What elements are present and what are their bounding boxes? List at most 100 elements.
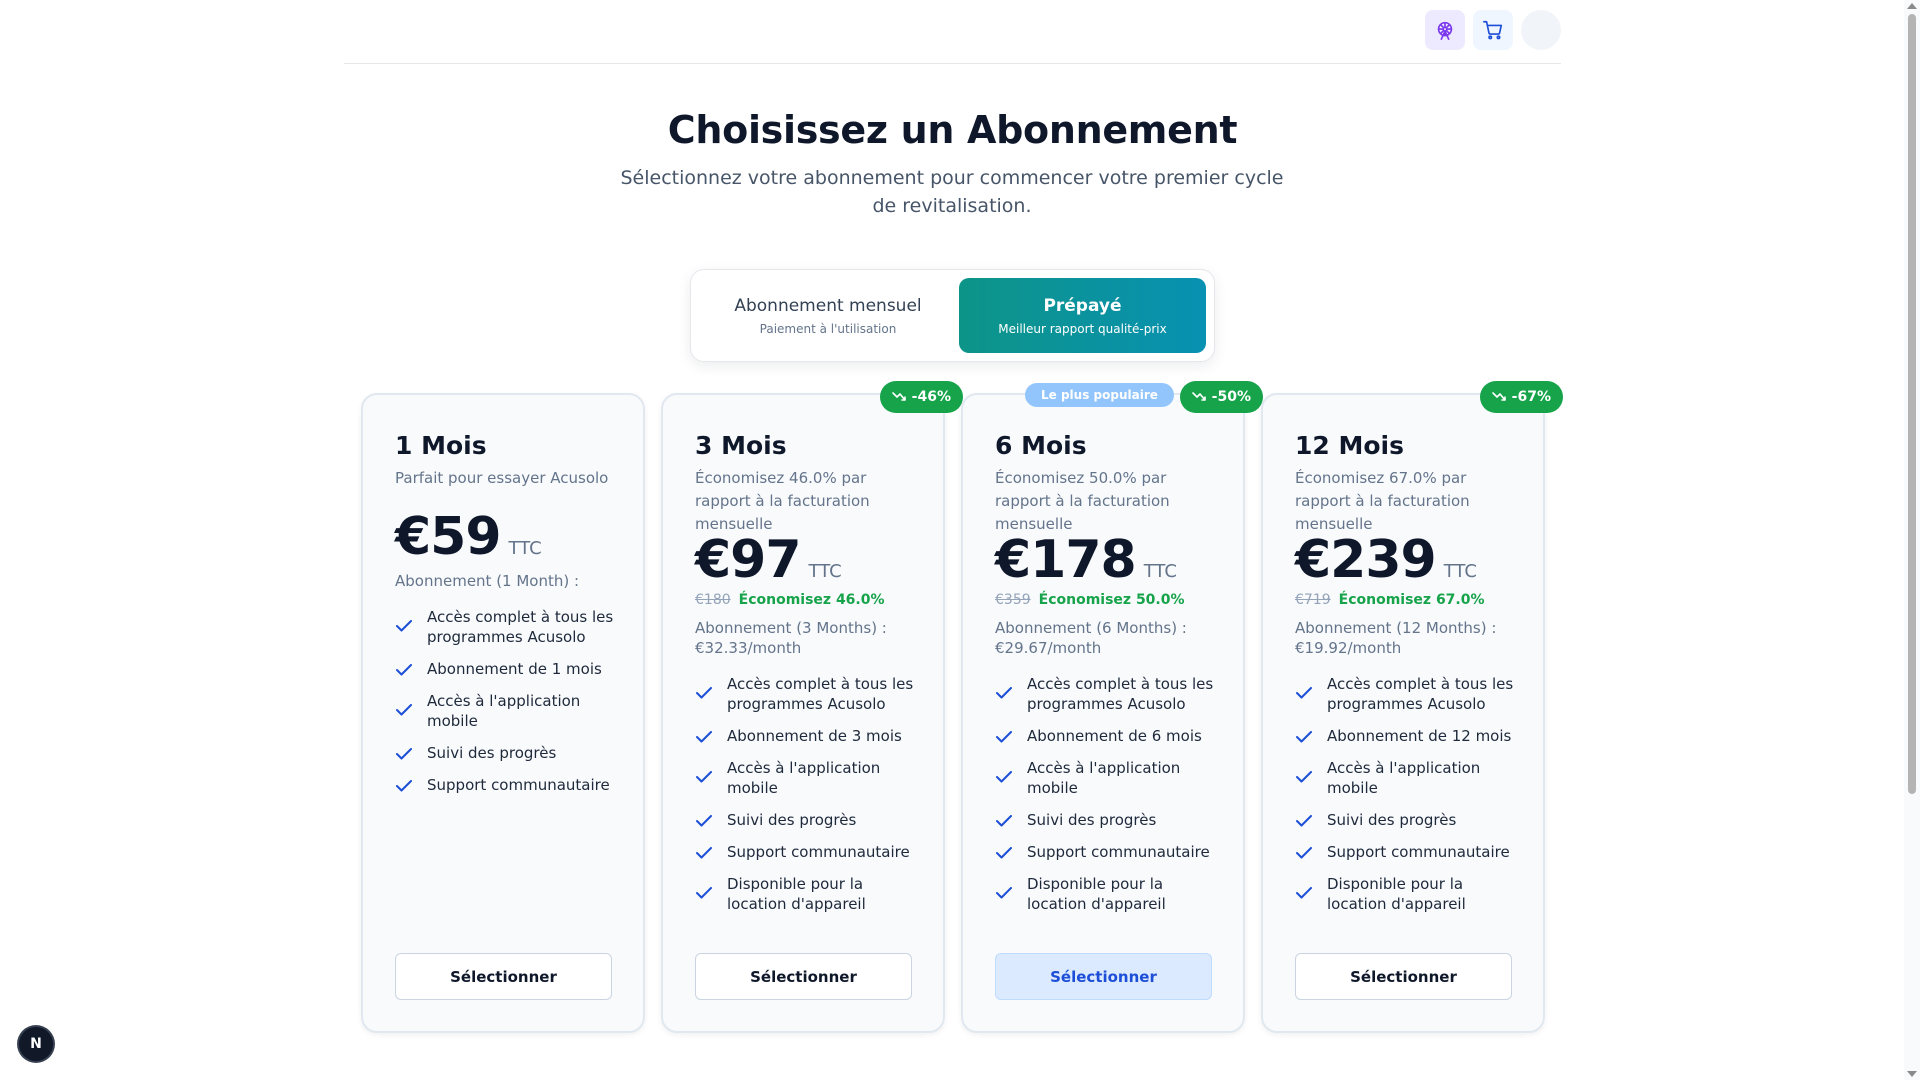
trending-down-icon <box>891 392 906 401</box>
user-avatar[interactable] <box>1521 10 1561 50</box>
billing-option-prepaid[interactable]: Prépayé Meilleur rapport qualité-prix <box>959 278 1206 353</box>
popular-badge: Le plus populaire <box>1025 383 1174 407</box>
feature-text: Suivi des progrès <box>1027 811 1157 829</box>
price-row: €178 TTC <box>995 530 1177 590</box>
feature-text: Support communautaire <box>727 843 910 861</box>
billing-option-monthly[interactable]: Abonnement mensuel Paiement à l'utilisat… <box>699 278 957 353</box>
feature-text: Accès à l'application mobile <box>1327 759 1481 797</box>
feature-item: Abonnement de 12 mois <box>1295 726 1525 746</box>
feature-text: Disponible pour la location d'appareil <box>727 875 866 913</box>
feature-item: Accès à l'application mobile <box>995 758 1225 798</box>
theme-button[interactable] <box>1425 10 1465 50</box>
tax-label: TTC <box>808 561 842 582</box>
tax-label: TTC <box>1143 561 1177 582</box>
feature-text: Accès complet à tous les programmes Acus… <box>727 675 914 713</box>
feature-text: Abonnement de 12 mois <box>1327 727 1512 745</box>
feature-text: Suivi des progrès <box>727 811 857 829</box>
prepaid-title: Prépayé <box>1043 295 1122 316</box>
discount-badge: -50% <box>1179 381 1263 413</box>
old-price: €180 <box>695 592 731 608</box>
discount-badge: -46% <box>879 381 963 413</box>
check-icon <box>995 728 1013 746</box>
feature-text: Support communautaire <box>1027 843 1210 861</box>
check-icon <box>395 617 413 635</box>
prepaid-subtitle: Meilleur rapport qualité-prix <box>998 321 1167 336</box>
billing-toggle: Abonnement mensuel Paiement à l'utilisat… <box>690 269 1215 362</box>
feature-list: Accès complet à tous les programmes Acus… <box>1295 674 1525 926</box>
feature-text: Suivi des progrès <box>427 744 557 762</box>
subscription-line: Abonnement (3 Months) : €32.33/month <box>695 618 923 658</box>
per-month-price: €29.67/month <box>995 639 1102 657</box>
monthly-title: Abonnement mensuel <box>734 295 922 316</box>
feature-text: Support communautaire <box>1327 843 1510 861</box>
feature-text: Accès à l'application mobile <box>427 692 581 730</box>
feature-text: Accès complet à tous les programmes Acus… <box>427 608 614 646</box>
check-icon <box>995 812 1013 830</box>
check-icon <box>395 777 413 795</box>
feature-text: Disponible pour la location d'appareil <box>1027 875 1166 913</box>
plan-description: Parfait pour essayer Acusolo <box>395 469 609 487</box>
feature-text: Accès à l'application mobile <box>727 759 881 797</box>
savings-row: €359 Économisez 50.0% <box>995 592 1185 608</box>
tax-label: TTC <box>508 538 542 559</box>
plan-price: €97 <box>695 530 802 590</box>
feature-item: Support communautaire <box>1295 842 1525 862</box>
page: Choisissez un Abonnement Sélectionnez vo… <box>0 0 1920 1080</box>
savings-text: Économisez 46.0% <box>738 592 885 608</box>
feature-item: Accès à l'application mobile <box>1295 758 1525 798</box>
check-icon <box>995 768 1013 786</box>
scrollbar[interactable] <box>1904 0 1920 1080</box>
discount-text: -46% <box>911 389 951 405</box>
subscription-line: Abonnement (1 Month) : <box>395 572 580 590</box>
old-price: €359 <box>995 592 1031 608</box>
feature-text: Accès complet à tous les programmes Acus… <box>1327 675 1514 713</box>
plan-description: Économisez 67.0% par rapport à la factur… <box>1295 469 1470 533</box>
cart-icon <box>1483 20 1503 40</box>
feature-list: Accès complet à tous les programmes Acus… <box>395 607 625 807</box>
cart-button[interactable] <box>1473 10 1513 50</box>
select-button[interactable]: Sélectionner <box>395 953 612 1000</box>
subscription-line: Abonnement (12 Months) : €19.92/month <box>1295 618 1523 658</box>
subscription-label: Abonnement (6 Months) : <box>995 619 1187 637</box>
monthly-subtitle: Paiement à l'utilisation <box>759 321 897 336</box>
feature-item: Abonnement de 3 mois <box>695 726 925 746</box>
per-month-price: €19.92/month <box>1295 639 1402 657</box>
dev-tools-badge[interactable]: N <box>19 1027 53 1061</box>
select-button[interactable]: Sélectionner <box>995 953 1212 1000</box>
discount-text: -50% <box>1211 389 1251 405</box>
feature-text: Abonnement de 1 mois <box>427 660 602 678</box>
subscription-line: Abonnement (6 Months) : €29.67/month <box>995 618 1223 658</box>
page-subtitle: Sélectionnez votre abonnement pour comme… <box>620 167 1284 217</box>
top-header <box>344 0 1561 64</box>
check-icon <box>1295 728 1313 746</box>
feature-item: Disponible pour la location d'appareil <box>1295 874 1525 914</box>
plan-card-3-months: -46% 3 Mois Économisez 46.0% par rapport… <box>661 381 963 1033</box>
feature-text: Support communautaire <box>427 776 610 794</box>
plan-price: €178 <box>995 530 1137 590</box>
scroll-up-arrow-icon[interactable] <box>1907 3 1917 9</box>
plan-price: €59 <box>395 507 502 567</box>
scrollbar-thumb[interactable] <box>1908 14 1916 794</box>
check-icon <box>695 844 713 862</box>
feature-item: Accès complet à tous les programmes Acus… <box>1295 674 1525 714</box>
plan-card-12-months: -67% 12 Mois Économisez 67.0% par rappor… <box>1261 381 1563 1033</box>
feature-item: Disponible pour la location d'appareil <box>695 874 925 914</box>
discount-badge: -67% <box>1479 381 1563 413</box>
select-button[interactable]: Sélectionner <box>1295 953 1512 1000</box>
plan-name: 1 Mois <box>395 431 487 460</box>
plan-name: 6 Mois <box>995 431 1087 460</box>
scroll-down-arrow-icon[interactable] <box>1907 1071 1917 1077</box>
check-icon <box>995 884 1013 902</box>
feature-text: Abonnement de 3 mois <box>727 727 902 745</box>
check-icon <box>695 884 713 902</box>
check-icon <box>695 812 713 830</box>
plan-description: Économisez 46.0% par rapport à la factur… <box>695 469 870 533</box>
feature-list: Accès complet à tous les programmes Acus… <box>695 674 925 926</box>
feature-text: Accès complet à tous les programmes Acus… <box>1027 675 1214 713</box>
feature-item: Suivi des progrès <box>1295 810 1525 830</box>
price-row: €239 TTC <box>1295 530 1477 590</box>
savings-row: €719 Économisez 67.0% <box>1295 592 1485 608</box>
check-icon <box>695 768 713 786</box>
feature-item: Suivi des progrès <box>395 743 625 763</box>
select-button[interactable]: Sélectionner <box>695 953 912 1000</box>
